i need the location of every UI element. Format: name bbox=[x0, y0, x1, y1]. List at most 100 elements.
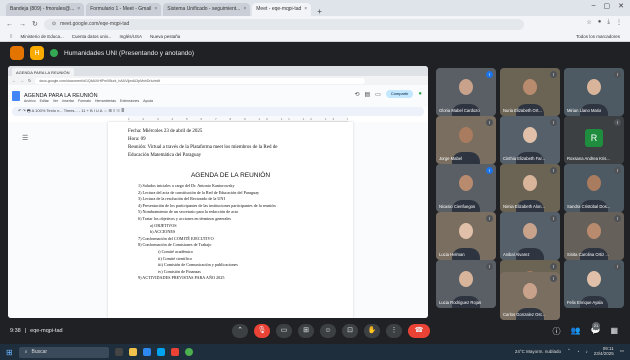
comment-icon[interactable]: ▤ bbox=[364, 91, 370, 98]
participant-tile[interactable]: ⌇ Jorge Mabel bbox=[436, 116, 496, 164]
participant-name: Anibal Alvarez bbox=[503, 252, 530, 257]
participant-tile[interactable]: ⌇ Felix Enrique Ayala bbox=[564, 260, 624, 308]
participant-tile[interactable]: ⌇ Carlos Gonzalez Ost... bbox=[500, 272, 560, 320]
mic-off-button[interactable]: 🎙 bbox=[254, 324, 270, 338]
call-controls: ⌃ 🎙 ▭ ⊞ ☺ ⊡ ✋ ⋮ ☎ bbox=[232, 324, 430, 338]
reload-icon[interactable]: ↻ bbox=[28, 78, 31, 83]
mic-muted-icon: ⌇ bbox=[486, 215, 493, 222]
people-icon[interactable]: 👥 bbox=[571, 326, 581, 337]
forward-icon[interactable]: → bbox=[20, 78, 24, 83]
raise-hand-button[interactable]: ✋ bbox=[364, 324, 380, 338]
participant-tile[interactable]: ⌇ Nicasio Cienfuegos bbox=[436, 164, 496, 212]
notifications-icon[interactable]: ▭ bbox=[620, 348, 624, 354]
reload-icon[interactable]: ↻ bbox=[32, 20, 38, 28]
participant-name: Felix Enrique Ayala bbox=[567, 300, 603, 305]
all-bookmarks[interactable]: Todos los marcadores bbox=[576, 34, 620, 39]
file-explorer-icon[interactable] bbox=[128, 348, 137, 356]
mail-icon[interactable] bbox=[170, 348, 179, 356]
participant-tile[interactable]: ⌇ Sandra Cristobal Dos... bbox=[564, 164, 624, 212]
participant-tile[interactable]: ⌇ Sinita Carolina Ortiz ... bbox=[564, 212, 624, 260]
agenda-subitem: i) Comité académico bbox=[158, 248, 193, 254]
account-icon[interactable]: ● bbox=[418, 91, 422, 97]
download-icon[interactable]: ⤓ bbox=[607, 19, 610, 26]
bookmark-item[interactable]: Nueva pestaña bbox=[150, 34, 180, 39]
activities-icon[interactable]: ▦ bbox=[610, 326, 618, 337]
shared-doc-tab[interactable]: AGENDA PARA LA REUNIÓN bbox=[12, 68, 74, 76]
bookmark-item[interactable]: Ministerio de Educa... bbox=[21, 34, 64, 39]
maximize-icon[interactable]: ▢ bbox=[604, 2, 611, 10]
present-button[interactable]: ⊞ bbox=[298, 324, 314, 338]
menu-ver[interactable]: Ver bbox=[53, 99, 58, 103]
chrome-icon[interactable] bbox=[184, 348, 193, 356]
outer-tab-meet[interactable]: Meet - eqe-mqpi-tad × bbox=[252, 3, 312, 16]
camera-button[interactable]: ▭ bbox=[276, 324, 292, 338]
task-view-icon[interactable] bbox=[114, 348, 123, 356]
participant-name: Lucia Helman bbox=[439, 252, 465, 257]
bookmark-star-icon[interactable]: ☆ bbox=[586, 19, 591, 26]
emoji-button[interactable]: ☺ bbox=[320, 324, 336, 338]
participant-tile[interactable]: ⌇ Lucia Helman bbox=[436, 212, 496, 260]
edge-icon[interactable] bbox=[142, 348, 151, 356]
menu-extensiones[interactable]: Extensiones bbox=[120, 99, 139, 103]
menu-icon[interactable]: ⋮ bbox=[616, 19, 622, 26]
more-options-button[interactable]: ⋮ bbox=[386, 324, 402, 338]
doc-toolbar[interactable]: ↶ ↷ 🖶 A 100% Texto n... Times... - 11 + … bbox=[12, 107, 424, 116]
back-icon[interactable]: ← bbox=[6, 21, 13, 28]
participant-tile[interactable]: ⌇ Cinthia Elizabeth Far... bbox=[500, 116, 560, 164]
menu-formato[interactable]: Formato bbox=[78, 99, 91, 103]
taskbar-search[interactable]: ⌕ Buscar bbox=[18, 346, 109, 358]
menu-ayuda[interactable]: Ayuda bbox=[143, 99, 153, 103]
minimize-icon[interactable]: – bbox=[592, 2, 596, 10]
forward-icon[interactable]: → bbox=[19, 21, 26, 28]
outline-icon[interactable]: ☰ bbox=[22, 134, 28, 142]
tray-arrow-icon[interactable]: ⌃ bbox=[567, 348, 571, 354]
apps-icon[interactable]: ⁞⁞ bbox=[10, 34, 13, 39]
participant-tile[interactable]: ⌇ Nuria Elizabeth Ort... bbox=[500, 68, 560, 116]
site-info-icon[interactable]: ⊙ bbox=[52, 21, 56, 27]
participant-name: Nicasio Cienfuegos bbox=[439, 204, 476, 209]
close-icon[interactable]: × bbox=[154, 6, 157, 12]
bookmark-item[interactable]: Cuenta datos univ... bbox=[72, 34, 112, 39]
captions-button[interactable]: ⊡ bbox=[342, 324, 358, 338]
participant-tile[interactable]: ⌇ Mirian Llano Maria bbox=[564, 68, 624, 116]
close-window-icon[interactable]: ✕ bbox=[618, 2, 624, 10]
outer-tab-system[interactable]: Sistema Unificado - seguimient... × bbox=[163, 3, 251, 16]
participant-tile[interactable]: ⌇ Anibal Alvarez bbox=[500, 212, 560, 260]
url-field[interactable]: ⊙ meet.google.com/eqe-mqpi-tad bbox=[43, 18, 524, 30]
info-icon[interactable]: ⓘ bbox=[553, 326, 561, 337]
menu-herramientas[interactable]: Herramientas bbox=[95, 99, 116, 103]
hangup-button[interactable]: ☎ bbox=[408, 324, 430, 338]
mic-options-icon[interactable]: ⌃ bbox=[232, 324, 248, 338]
meet-icon[interactable]: ▭ bbox=[375, 91, 381, 98]
volume-icon[interactable]: ♪ bbox=[585, 349, 587, 354]
new-tab-icon[interactable]: + bbox=[313, 7, 326, 16]
windows-start-icon[interactable]: ⊞ bbox=[6, 348, 13, 357]
meet-header: H Humanidades UNI (Presentando y anotand… bbox=[0, 42, 630, 64]
menu-insertar[interactable]: Insertar bbox=[62, 99, 74, 103]
doc-page[interactable]: Fecha: Miércoles 23 de abril de 2025 Hor… bbox=[108, 122, 353, 318]
menu-editar[interactable]: Editar bbox=[40, 99, 49, 103]
store-icon[interactable] bbox=[156, 348, 165, 356]
history-icon[interactable]: ⟲ bbox=[354, 91, 359, 98]
close-icon[interactable]: × bbox=[77, 6, 80, 12]
participant-tile[interactable]: ⌇ Nimia Elizabeth Alon... bbox=[500, 164, 560, 212]
network-icon[interactable]: ◔ bbox=[577, 349, 580, 354]
share-button[interactable]: Compartir bbox=[385, 90, 414, 98]
bookmark-item[interactable]: Inglés/USA bbox=[120, 34, 143, 39]
participant-tile[interactable]: ⌇ Gloria Mabel Cardozo bbox=[436, 68, 496, 116]
participant-tile[interactable]: R ⌇ Roxsana Andrea Kris... bbox=[564, 116, 624, 164]
outer-tab-gmail[interactable]: Bandeja (809) - fmorales@... × bbox=[6, 3, 85, 16]
shared-url[interactable]: docs.google.com/document/d/1QbAXiHfPmXBu… bbox=[35, 77, 366, 84]
menu-archivo[interactable]: Archivo bbox=[24, 99, 36, 103]
mic-muted-icon: ⌇ bbox=[550, 275, 557, 282]
outer-address-bar: ← → ↻ ⊙ meet.google.com/eqe-mqpi-tad ☆ ●… bbox=[0, 16, 630, 32]
close-icon[interactable]: × bbox=[243, 6, 246, 12]
clock[interactable]: 09:11 23/4/2025 bbox=[594, 346, 614, 356]
participant-face bbox=[523, 79, 537, 96]
participant-tile[interactable]: ⌇ Lucia Rodriguez Rojas bbox=[436, 260, 496, 308]
profile-icon[interactable]: ● bbox=[598, 19, 602, 26]
outer-tab-form[interactable]: Formulario 1 - Meet - Gmail × bbox=[86, 3, 162, 16]
back-icon[interactable]: ← bbox=[12, 78, 16, 83]
close-icon[interactable]: × bbox=[304, 6, 307, 12]
weather-widget[interactable]: 24°C Mayorm. nublado bbox=[515, 349, 561, 354]
